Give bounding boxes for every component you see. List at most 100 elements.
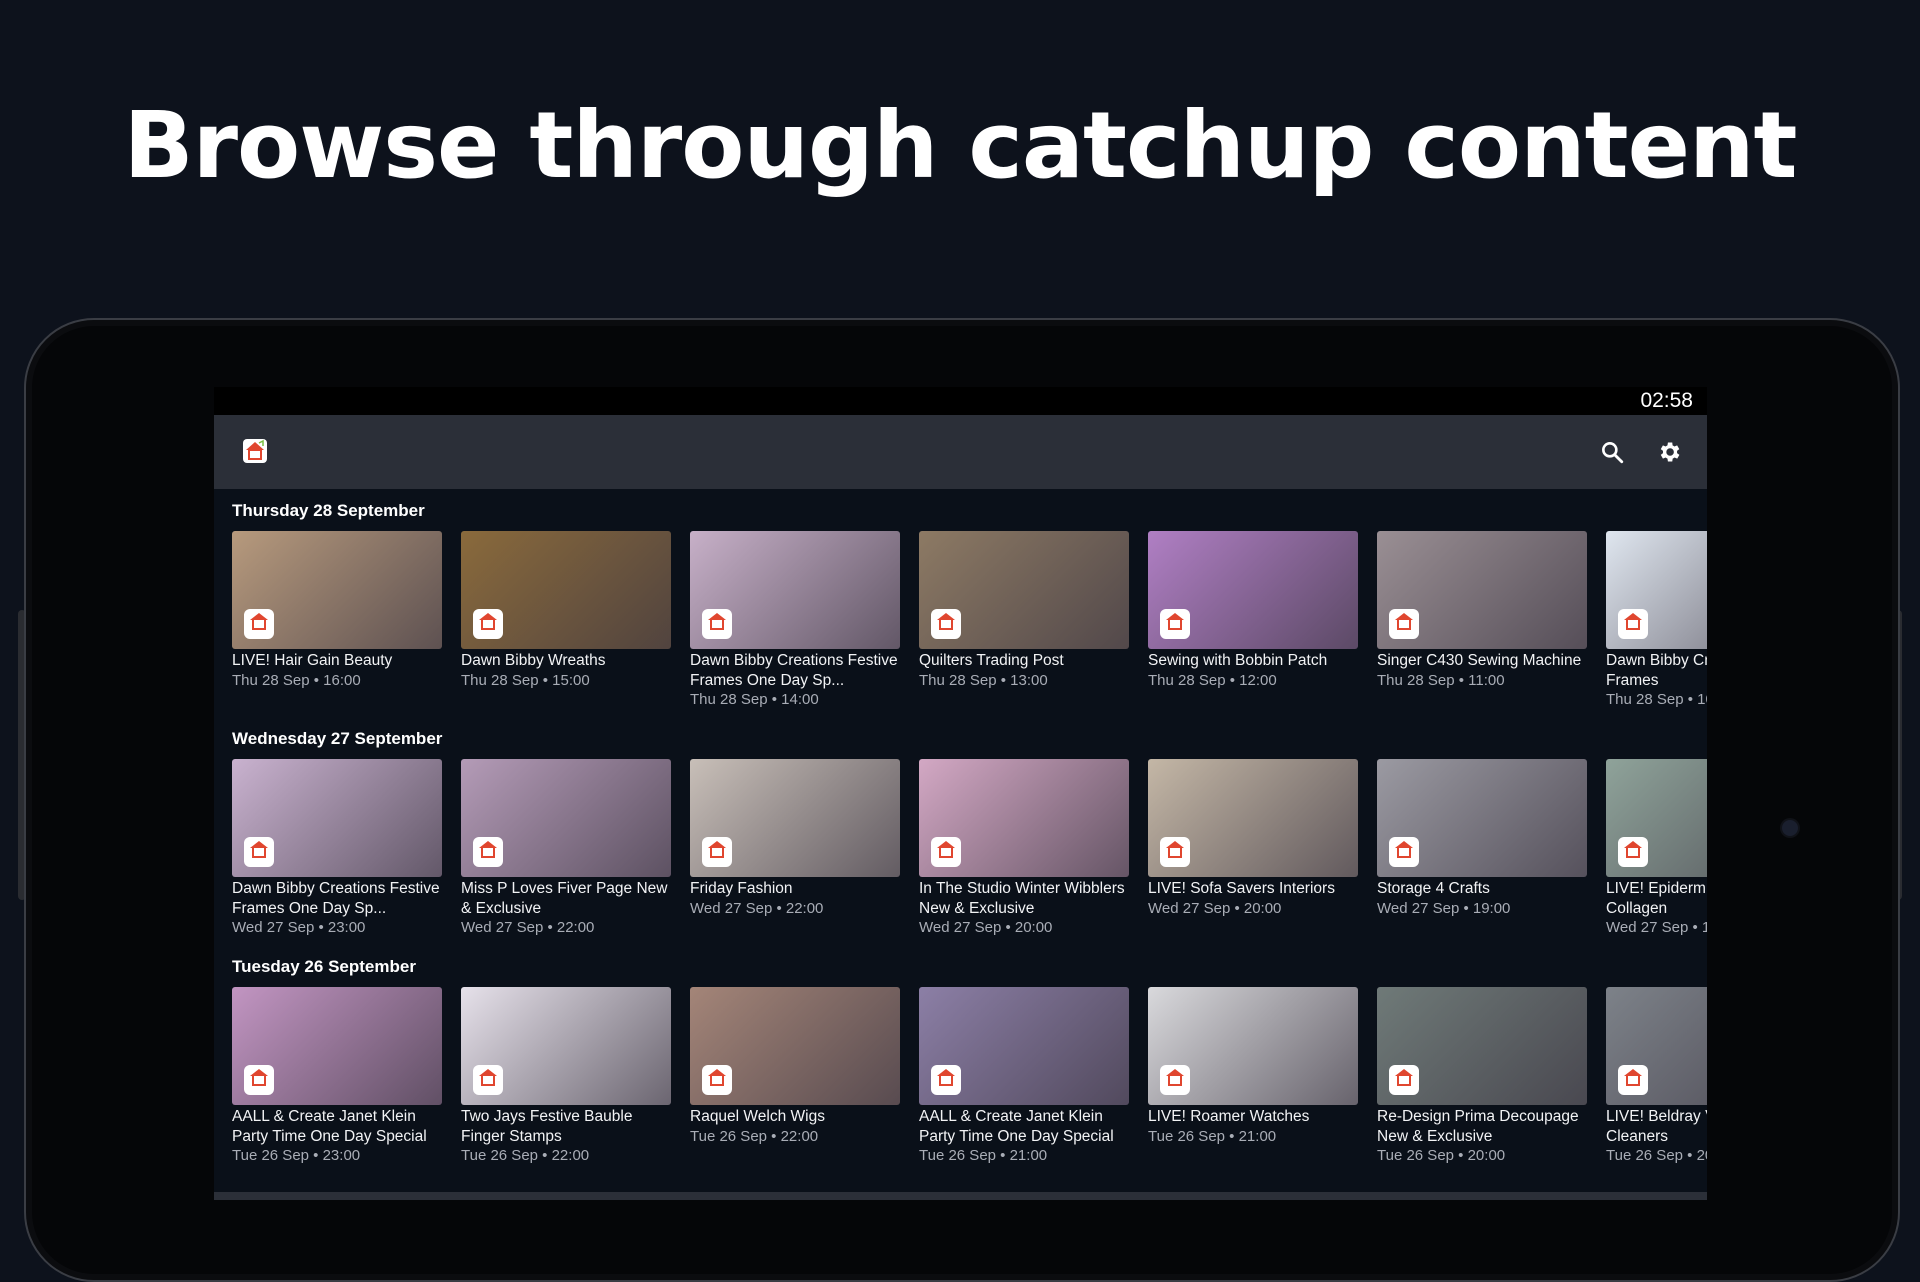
- video-thumbnail[interactable]: [1377, 531, 1587, 649]
- video-title: Friday Fashion: [690, 880, 793, 897]
- video-card[interactable]: Miss P Loves Fiver Page New & Exclusive W…: [461, 759, 671, 938]
- video-card[interactable]: LIVE! Beldray Vacuum Cleaners Tue 26 Sep …: [1606, 987, 1707, 1166]
- bottom-nav-bar[interactable]: [214, 1192, 1707, 1200]
- video-card[interactable]: Friday Fashion Wed 27 Sep • 22:00: [690, 759, 900, 938]
- video-thumbnail[interactable]: [1377, 759, 1587, 877]
- channel-logo-icon: [473, 837, 503, 867]
- video-card[interactable]: LIVE! Roamer Watches Tue 26 Sep • 21:00: [1148, 987, 1358, 1166]
- video-card[interactable]: Dawn Bibby Wreaths Thu 28 Sep • 15:00: [461, 531, 671, 710]
- channel-logo-icon: [244, 837, 274, 867]
- channel-logo-icon: [473, 609, 503, 639]
- card-row[interactable]: LIVE! Hair Gain Beauty Thu 28 Sep • 16:00…: [232, 531, 1707, 710]
- video-title: Re-Design Prima Decoupage New & Exclusiv…: [1377, 1108, 1579, 1145]
- channel-logo-icon: [1389, 837, 1419, 867]
- channel-logo-icon: [1389, 609, 1419, 639]
- video-card[interactable]: LIVE! Hair Gain Beauty Thu 28 Sep • 16:00: [232, 531, 442, 710]
- video-title: In The Studio Winter Wibblers New & Excl…: [919, 880, 1125, 917]
- create-and-craft-logo-icon[interactable]: [242, 438, 268, 464]
- video-thumbnail[interactable]: [690, 531, 900, 649]
- video-card[interactable]: LIVE! Sofa Savers Interiors Wed 27 Sep • …: [1148, 759, 1358, 938]
- card-row[interactable]: Dawn Bibby Creations Festive Frames One …: [232, 759, 1707, 938]
- video-thumbnail[interactable]: [919, 531, 1129, 649]
- channel-logo-icon: [1160, 837, 1190, 867]
- section-title: Tuesday 26 September: [232, 957, 416, 976]
- search-icon[interactable]: [1599, 439, 1625, 465]
- video-thumbnail[interactable]: [232, 531, 442, 649]
- video-thumbnail[interactable]: [690, 987, 900, 1105]
- video-date-time: Tue 26 Sep • 22:00: [690, 1127, 819, 1145]
- video-date-time: Tue 26 Sep • 20:00: [1377, 1147, 1506, 1164]
- video-thumbnail[interactable]: [1606, 531, 1707, 649]
- channel-logo-icon: [931, 609, 961, 639]
- video-thumbnail[interactable]: [232, 759, 442, 877]
- video-title: Storage 4 Crafts: [1377, 880, 1490, 897]
- video-date-time: Wed 27 Sep • 23:00: [232, 919, 366, 936]
- channel-logo-icon: [702, 609, 732, 639]
- video-card[interactable]: Dawn Bibby Creations Festive Frames Thu 2…: [1606, 531, 1707, 710]
- video-thumbnail[interactable]: [919, 759, 1129, 877]
- channel-logo-icon: [1618, 609, 1648, 639]
- video-thumbnail[interactable]: [1148, 531, 1358, 649]
- channel-logo-icon: [473, 1065, 503, 1095]
- video-date-time: Tue 26 Sep • 21:00: [919, 1147, 1048, 1164]
- video-card[interactable]: AALL & Create Janet Klein Party Time One…: [232, 987, 442, 1166]
- video-title: Dawn Bibby Creations Festive Frames One …: [690, 652, 898, 689]
- card-row[interactable]: AALL & Create Janet Klein Party Time One…: [232, 987, 1707, 1166]
- channel-logo-icon: [1618, 837, 1648, 867]
- section-title: Wednesday 27 September: [232, 729, 443, 748]
- video-card[interactable]: Sewing with Bobbin Patch Thu 28 Sep • 12:…: [1148, 531, 1358, 710]
- video-date-time: Thu 28 Sep • 13:00: [919, 671, 1048, 689]
- video-date-time: Wed 27 Sep • 19:00: [1377, 899, 1511, 917]
- channel-logo-icon: [244, 609, 274, 639]
- video-card[interactable]: AALL & Create Janet Klein Party Time One…: [919, 987, 1129, 1166]
- video-title: LIVE! Epiderm Centre Collagen: [1606, 880, 1707, 917]
- channel-logo-icon: [1389, 1065, 1419, 1095]
- video-date-time: Tue 26 Sep • 21:00: [1148, 1127, 1277, 1145]
- video-card[interactable]: In The Studio Winter Wibblers New & Excl…: [919, 759, 1129, 938]
- video-card[interactable]: Singer C430 Sewing Machine Thu 28 Sep • 1…: [1377, 531, 1587, 710]
- day-section: Thursday 28 September LIVE! Hair Gain Be…: [232, 489, 1707, 710]
- channel-logo-icon: [244, 1065, 274, 1095]
- video-thumbnail[interactable]: [1377, 987, 1587, 1105]
- video-card[interactable]: Storage 4 Crafts Wed 27 Sep • 19:00: [1377, 759, 1587, 938]
- video-date-time: Wed 27 Sep • 22:00: [461, 919, 595, 936]
- video-card[interactable]: Re-Design Prima Decoupage New & Exclusiv…: [1377, 987, 1587, 1166]
- video-card[interactable]: LIVE! Epiderm Centre Collagen Wed 27 Sep …: [1606, 759, 1707, 938]
- video-title: AALL & Create Janet Klein Party Time One…: [232, 1108, 427, 1145]
- video-title: LIVE! Sofa Savers Interiors: [1148, 880, 1335, 897]
- video-thumbnail[interactable]: [232, 987, 442, 1105]
- video-title: Dawn Bibby Creations Festive Frames One …: [232, 880, 440, 917]
- video-date-time: Tue 26 Sep • 23:00: [232, 1147, 361, 1164]
- video-thumbnail[interactable]: [1606, 759, 1707, 877]
- video-thumbnail[interactable]: [690, 759, 900, 877]
- video-card[interactable]: Two Jays Festive Bauble Finger Stamps Tue…: [461, 987, 671, 1166]
- channel-logo-icon: [1618, 1065, 1648, 1095]
- video-title: LIVE! Hair Gain Beauty: [232, 652, 393, 669]
- video-title: Singer C430 Sewing Machine: [1377, 652, 1582, 669]
- video-thumbnail[interactable]: [1148, 759, 1358, 877]
- video-card[interactable]: Dawn Bibby Creations Festive Frames One …: [690, 531, 900, 710]
- page-headline: Browse through catchup content: [123, 92, 1798, 199]
- video-card[interactable]: Dawn Bibby Creations Festive Frames One …: [232, 759, 442, 938]
- video-thumbnail[interactable]: [461, 531, 671, 649]
- channel-logo-icon: [1160, 609, 1190, 639]
- gear-icon[interactable]: [1656, 439, 1682, 465]
- video-thumbnail[interactable]: [461, 759, 671, 877]
- day-section: Wednesday 27 September Dawn Bibby Creati…: [232, 717, 1707, 938]
- video-card[interactable]: Raquel Welch Wigs Tue 26 Sep • 22:00: [690, 987, 900, 1166]
- video-date-time: Thu 28 Sep • 10:00: [1606, 691, 1707, 708]
- camera-icon: [1782, 820, 1798, 836]
- video-thumbnail[interactable]: [919, 987, 1129, 1105]
- video-thumbnail[interactable]: [1606, 987, 1707, 1105]
- video-title: Sewing with Bobbin Patch: [1148, 652, 1328, 669]
- video-thumbnail[interactable]: [461, 987, 671, 1105]
- video-date-time: Wed 27 Sep • 22:00: [690, 899, 824, 917]
- video-date-time: Thu 28 Sep • 14:00: [690, 691, 819, 708]
- video-date-time: Tue 26 Sep • 20:00: [1606, 1147, 1707, 1164]
- video-card[interactable]: Quilters Trading Post Thu 28 Sep • 13:00: [919, 531, 1129, 710]
- video-date-time: Thu 28 Sep • 11:00: [1377, 671, 1505, 689]
- video-title: AALL & Create Janet Klein Party Time One…: [919, 1108, 1114, 1145]
- video-title: Raquel Welch Wigs: [690, 1108, 825, 1125]
- video-title: Dawn Bibby Creations Festive Frames: [1606, 652, 1707, 689]
- video-thumbnail[interactable]: [1148, 987, 1358, 1105]
